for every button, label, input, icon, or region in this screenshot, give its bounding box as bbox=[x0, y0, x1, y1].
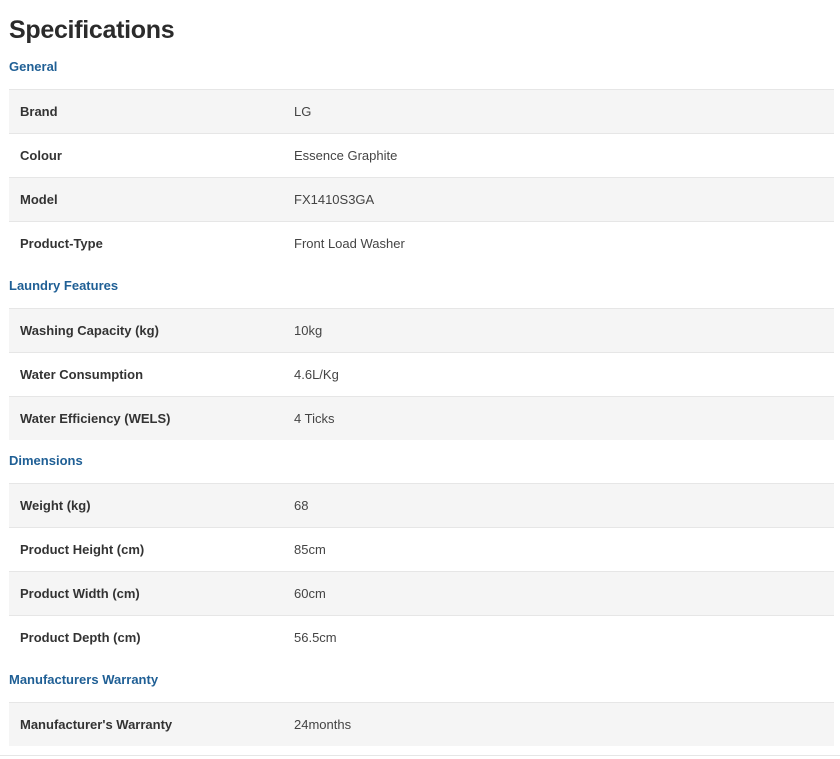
spec-label: Colour bbox=[20, 148, 62, 163]
spec-label: Model bbox=[20, 192, 58, 207]
table-row: Brand LG bbox=[9, 89, 834, 133]
spec-value: LG bbox=[294, 104, 312, 119]
table-row: Water Efficiency (WELS) 4 Ticks bbox=[9, 396, 834, 440]
spec-label: Product-Type bbox=[20, 236, 103, 251]
spec-value: FX1410S3GA bbox=[294, 192, 375, 207]
spec-value: 68 bbox=[294, 498, 309, 513]
table-row: Product Width (cm) 60cm bbox=[9, 571, 834, 615]
spec-label: Washing Capacity (kg) bbox=[20, 323, 159, 338]
table-row: Product Height (cm) 85cm bbox=[9, 527, 834, 571]
section-heading-dimensions: Dimensions bbox=[9, 453, 83, 468]
table-row: Washing Capacity (kg) 10kg bbox=[9, 308, 834, 352]
section-heading-manufacturers-warranty: Manufacturers Warranty bbox=[9, 672, 159, 687]
spec-label: Brand bbox=[20, 104, 58, 119]
spec-label: Product Depth (cm) bbox=[20, 630, 141, 645]
spec-label: Product Height (cm) bbox=[20, 542, 145, 557]
spec-table-general: Brand LG Colour Essence Graphite Model F… bbox=[9, 89, 834, 265]
spec-value: 60cm bbox=[294, 586, 326, 601]
spec-value: 4.6L/Kg bbox=[294, 367, 339, 382]
table-row: Colour Essence Graphite bbox=[9, 133, 834, 177]
spec-value: 4 Ticks bbox=[294, 411, 335, 426]
spec-value: Front Load Washer bbox=[294, 236, 405, 251]
spec-value: 24months bbox=[294, 717, 352, 732]
spec-label: Water Efficiency (WELS) bbox=[20, 411, 171, 426]
table-row: Product Depth (cm) 56.5cm bbox=[9, 615, 834, 659]
table-row: Model FX1410S3GA bbox=[9, 177, 834, 221]
spec-table-dimensions: Weight (kg) 68 Product Height (cm) 85cm … bbox=[9, 483, 834, 659]
spec-table-laundry-features: Washing Capacity (kg) 10kg Water Consump… bbox=[9, 308, 834, 440]
table-row: Manufacturer's Warranty 24months bbox=[9, 702, 834, 746]
spec-value: 10kg bbox=[294, 323, 323, 338]
bottom-divider bbox=[0, 755, 840, 756]
table-row: Product-Type Front Load Washer bbox=[9, 221, 834, 265]
spec-label: Water Consumption bbox=[20, 367, 144, 382]
section-heading-general: General bbox=[9, 59, 58, 74]
spec-table-manufacturers-warranty: Manufacturer's Warranty 24months bbox=[9, 702, 834, 746]
spec-value: 56.5cm bbox=[294, 630, 337, 645]
section-heading-laundry-features: Laundry Features bbox=[9, 278, 119, 293]
table-row: Water Consumption 4.6L/Kg bbox=[9, 352, 834, 396]
spec-label: Weight (kg) bbox=[20, 498, 91, 513]
spec-value: Essence Graphite bbox=[294, 148, 398, 163]
table-row: Weight (kg) 68 bbox=[9, 483, 834, 527]
spec-label: Product Width (cm) bbox=[20, 586, 140, 601]
spec-value: 85cm bbox=[294, 542, 326, 557]
page-title: Specifications bbox=[9, 16, 175, 44]
spec-label: Manufacturer's Warranty bbox=[20, 717, 173, 732]
